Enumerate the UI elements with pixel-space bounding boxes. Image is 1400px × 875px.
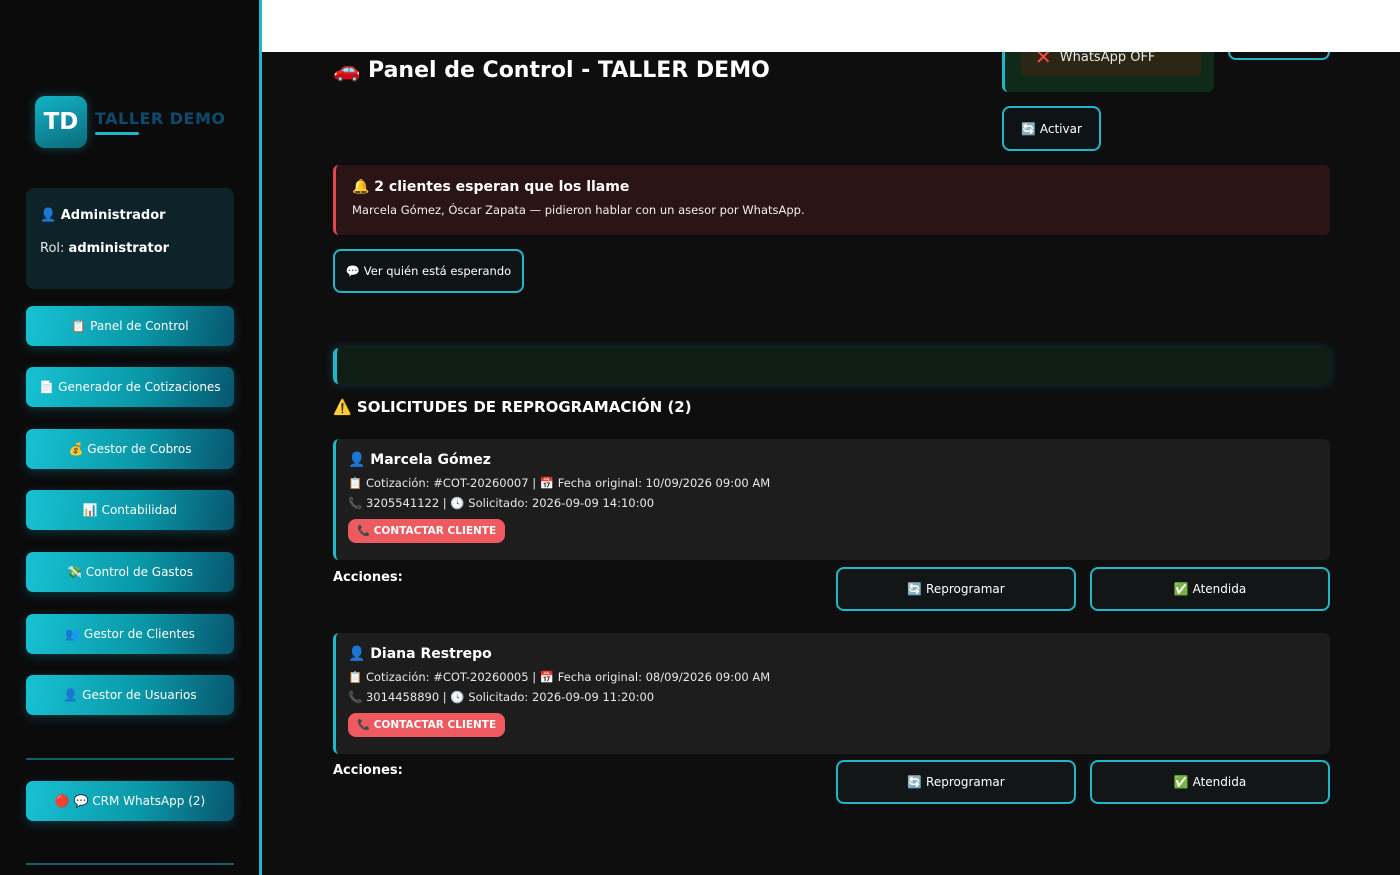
sidebar: TD TALLER DEMO 👤 Administrador Rol: admi… [0, 0, 262, 875]
nav-gestor-cobros[interactable]: 💰 Gestor de Cobros [26, 429, 234, 469]
brand-name: TALLER DEMO [95, 109, 226, 128]
contact-info: 📞 3014458890 | 🕓 Solicitado: 2026-09-09 … [348, 690, 655, 704]
reschedule-request-card: 👤 Marcela Gómez 📋 Cotización: #COT-20260… [333, 439, 1330, 560]
client-name: 👤 Diana Restrepo [348, 646, 492, 662]
reschedule-button[interactable]: 🔄 Reprogramar [836, 760, 1076, 804]
nav-gestor-clientes[interactable]: 👥 Gestor de Clientes [26, 614, 234, 654]
user-card: 👤 Administrador Rol: administrator [26, 188, 234, 289]
user-role-label: Rol: [40, 241, 65, 256]
reschedule-request-card: 👤 Diana Restrepo 📋 Cotización: #COT-2026… [333, 633, 1330, 754]
quote-info: 📋 Cotización: #COT-20260007 | 📅 Fecha or… [348, 476, 771, 490]
client-name: 👤 Marcela Gómez [348, 452, 491, 468]
contact-client-button[interactable]: 📞 CONTACTAR CLIENTE [348, 519, 506, 543]
nav-gestor-usuarios[interactable]: 👤 Gestor de Usuarios [26, 675, 234, 715]
user-role: Rol: administrator [40, 241, 220, 256]
nav-control-gastos[interactable]: 💸 Control de Gastos [26, 552, 234, 592]
logo-badge: TD [35, 96, 87, 148]
section-title: ⚠️ SOLICITUDES DE REPROGRAMACIÓN (2) [333, 398, 692, 416]
nav-contabilidad[interactable]: 📊 Contabilidad [26, 490, 234, 530]
sidebar-divider [26, 758, 234, 760]
contact-client-button[interactable]: 📞 CONTACTAR CLIENTE [348, 713, 506, 737]
brand-name-block: TALLER DEMO [95, 109, 226, 135]
reschedule-button[interactable]: 🔄 Reprogramar [836, 567, 1076, 611]
actions-label: Acciones: [333, 763, 403, 778]
user-role-value: administrator [68, 241, 170, 256]
actions-label: Acciones: [333, 570, 403, 585]
view-waiting-button[interactable]: 💬 Ver quién está esperando [333, 249, 524, 293]
alert-title: 🔔 2 clientes esperan que los llame [352, 179, 630, 195]
user-name: 👤 Administrador [40, 208, 166, 223]
quote-info: 📋 Cotización: #COT-20260005 | 📅 Fecha or… [348, 670, 771, 684]
nav-generador-cotizaciones[interactable]: 📄 Generador de Cotizaciones [26, 367, 234, 407]
nav-panel-de-control[interactable]: 📋 Panel de Control [26, 306, 234, 346]
top-bar [262, 0, 1400, 52]
sidebar-divider [26, 863, 234, 865]
brand-logo: TD TALLER DEMO [35, 96, 226, 148]
page-title: 🚗 Panel de Control - TALLER DEMO [333, 58, 770, 83]
waiting-clients-alert: 🔔 2 clientes esperan que los llame Marce… [333, 165, 1330, 235]
alert-text: Marcela Gómez, Óscar Zapata — pidieron h… [352, 203, 805, 217]
activate-button[interactable]: 🔄 Activar [1002, 106, 1101, 151]
attended-button[interactable]: ✅ Atendida [1090, 760, 1330, 804]
brand-underline [95, 132, 139, 135]
attended-button[interactable]: ✅ Atendida [1090, 567, 1330, 611]
contact-info: 📞 3205541122 | 🕓 Solicitado: 2026-09-09 … [348, 496, 655, 510]
nav-crm-whatsapp[interactable]: 🔴 💬 CRM WhatsApp (2) [26, 781, 234, 821]
status-strip [333, 348, 1330, 384]
